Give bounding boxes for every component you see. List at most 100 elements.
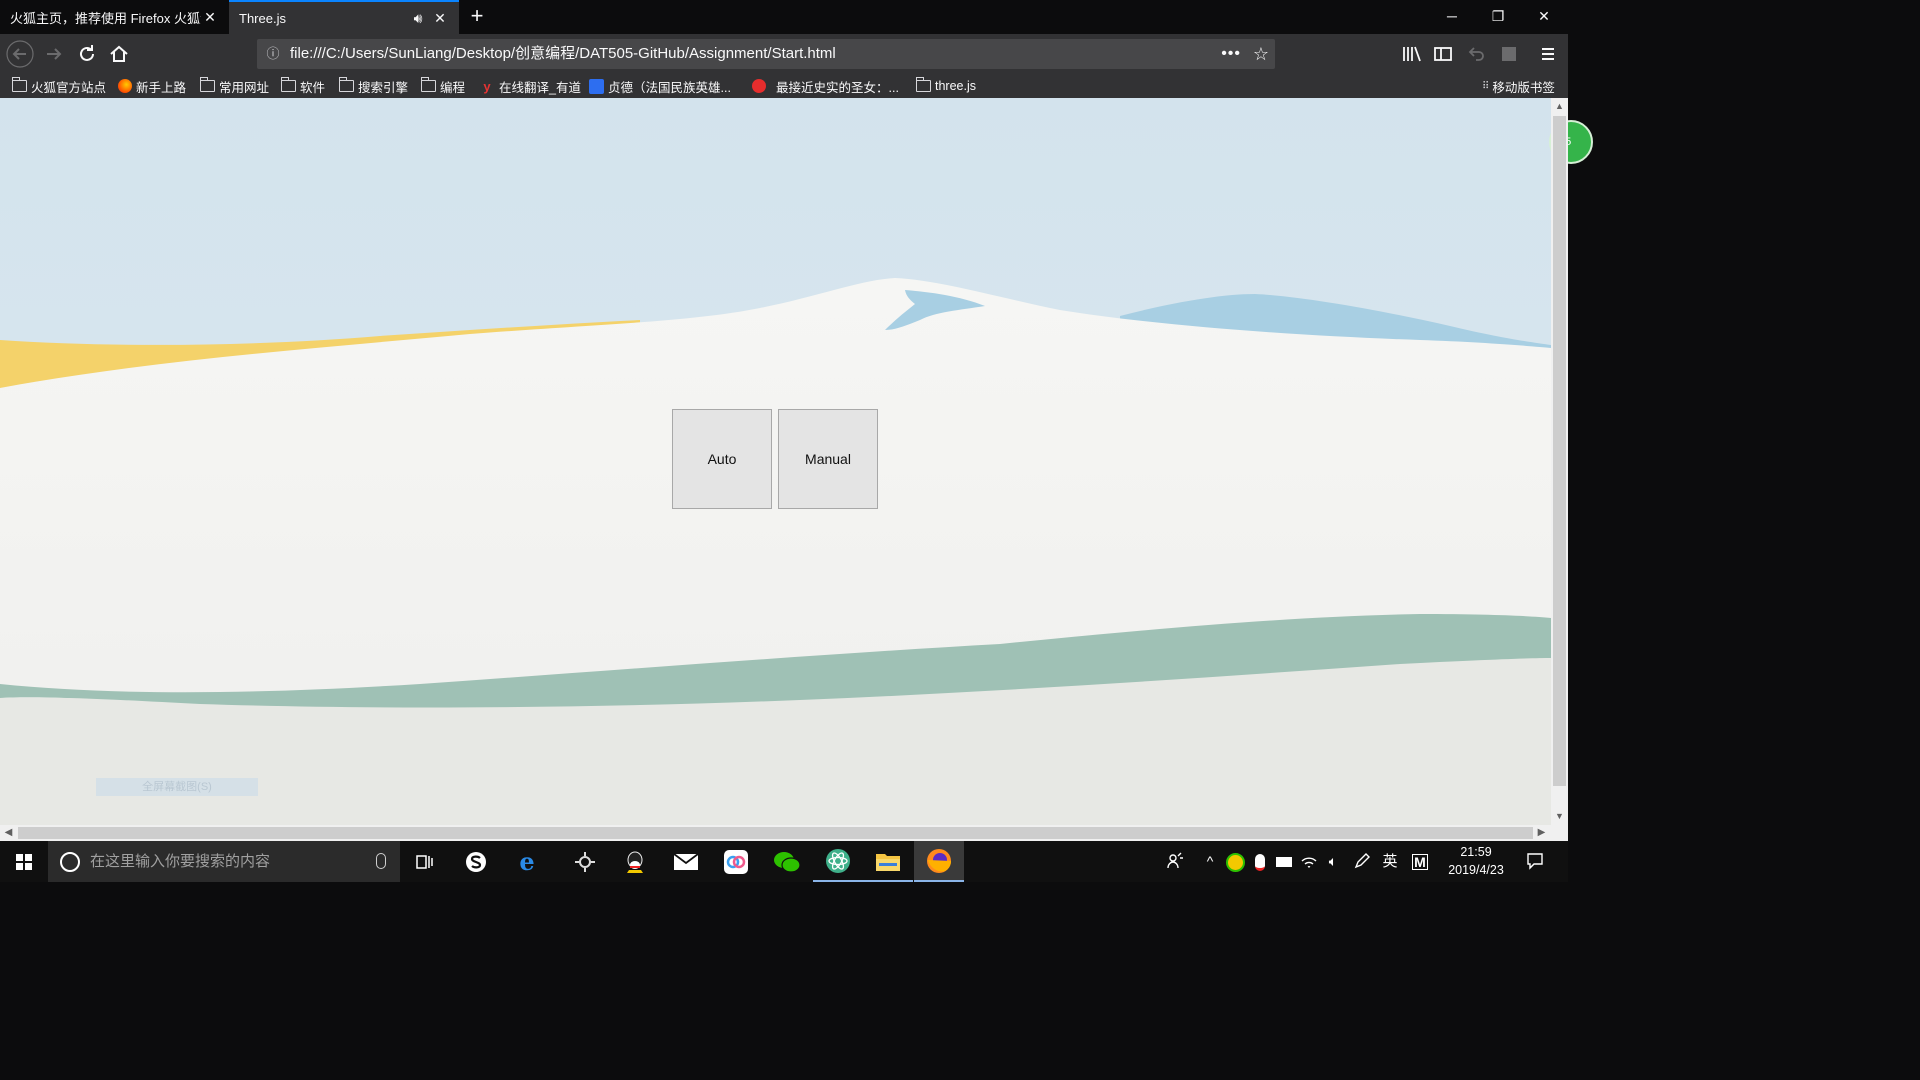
bookmark-label: 在线翻译_有道 <box>499 80 581 95</box>
clock[interactable]: 21:59 2019/4/23 <box>1438 843 1514 879</box>
folder-icon <box>200 77 215 92</box>
bookmark-item[interactable]: 编程 <box>421 76 465 96</box>
bookmark-star-icon[interactable]: ☆ <box>1253 39 1269 69</box>
notification-center-icon[interactable] <box>1520 841 1550 882</box>
windows-logo-icon <box>16 854 32 870</box>
folder-icon <box>421 77 436 92</box>
bookmark-item[interactable]: 最接近史实的圣女：... <box>752 76 899 96</box>
weibo-icon <box>752 79 766 93</box>
mail-app-icon[interactable] <box>661 841 711 882</box>
horizontal-scrollbar[interactable]: ◀ ▶ <box>0 825 1568 841</box>
bookmark-item[interactable]: 常用网址 <box>200 76 269 96</box>
tab-firefox-home[interactable]: 火狐主页，推荐使用 Firefox 火狐浏览器 ✕ <box>0 0 229 34</box>
forward-arrow-icon[interactable] <box>40 40 68 68</box>
sogou-app-icon[interactable] <box>451 841 501 882</box>
task-view-icon[interactable] <box>400 841 450 882</box>
file-explorer-icon[interactable] <box>863 841 913 882</box>
ime-mode-icon[interactable]: M <box>1408 841 1432 882</box>
navigation-toolbar: ⓘ file:///C:/Users/SunLiang/Desktop/创意编程… <box>0 34 1568 74</box>
scroll-left-arrow-icon[interactable]: ◀ <box>0 825 17 841</box>
hamburger-menu-icon[interactable] <box>1534 40 1562 68</box>
minimize-icon[interactable]: ─ <box>1429 0 1475 32</box>
bookmark-label: 软件 <box>300 80 326 95</box>
baidu-icon <box>589 78 604 94</box>
mobile-bookmarks-icon: ⠿ <box>1482 80 1490 92</box>
clock-time: 21:59 <box>1460 845 1492 859</box>
reload-icon[interactable] <box>73 40 101 68</box>
bookmark-label: 火狐官方站点 <box>31 80 107 95</box>
bookmark-label: 新手上路 <box>136 80 187 95</box>
atom-app-icon[interactable] <box>813 841 863 882</box>
bookmark-item[interactable]: 贞德（法国民族英雄... <box>589 76 731 96</box>
microphone-icon[interactable] <box>376 853 386 869</box>
scroll-up-arrow-icon[interactable]: ▲ <box>1551 98 1568 115</box>
scrollbar-thumb[interactable] <box>1553 116 1566 786</box>
library-icon[interactable] <box>1397 40 1425 68</box>
volume-icon[interactable]: 🔈︎ <box>1322 841 1344 882</box>
search-placeholder: 在这里输入你要搜索的内容 <box>90 853 271 870</box>
vertical-scrollbar[interactable]: ▲ ▼ <box>1551 98 1568 825</box>
start-button[interactable] <box>0 841 48 882</box>
sidebar-toggle-icon[interactable] <box>1429 40 1457 68</box>
close-tab-icon[interactable]: ✕ <box>201 9 219 26</box>
auto-button[interactable]: Auto <box>672 409 772 509</box>
background-landscape <box>0 98 1551 825</box>
close-window-icon[interactable]: ✕ <box>1521 0 1567 32</box>
taskbar-search-box[interactable]: 在这里输入你要搜索的内容 <box>48 841 400 882</box>
tray-app-green-icon[interactable] <box>1224 841 1246 882</box>
folder-icon <box>281 77 296 92</box>
url-text[interactable]: file:///C:/Users/SunLiang/Desktop/创意编程/D… <box>290 39 836 69</box>
undo-icon[interactable] <box>1462 40 1490 68</box>
manual-button[interactable]: Manual <box>778 409 878 509</box>
scroll-right-arrow-icon[interactable]: ▶ <box>1533 825 1550 841</box>
internet-explorer-icon[interactable]: e <box>502 841 552 882</box>
firefox-icon <box>118 79 132 93</box>
qq-app-icon[interactable] <box>610 841 660 882</box>
baidu-netdisk-icon[interactable] <box>711 841 761 882</box>
tab-strip: 火狐主页，推荐使用 Firefox 火狐浏览器 ✕ Three.js 🔊︎ ✕ … <box>0 0 1568 34</box>
folder-icon <box>339 77 354 92</box>
input-language-indicator[interactable]: 英 <box>1378 841 1402 882</box>
new-tab-plus-icon[interactable]: + <box>465 4 489 28</box>
bookmarks-toolbar: 火狐官方站点 新手上路 常用网址 软件 搜索引擎 编程 y 在线翻译_有道 贞德… <box>0 74 1568 98</box>
scrollbar-thumb[interactable] <box>18 827 1533 839</box>
restore-icon[interactable]: ❐ <box>1475 0 1521 32</box>
show-hidden-icons-chevron[interactable]: ^ <box>1199 841 1221 882</box>
scroll-down-arrow-icon[interactable]: ▼ <box>1551 808 1568 825</box>
firefox-taskbar-icon[interactable] <box>914 841 964 882</box>
bookmark-item[interactable]: 新手上路 <box>118 76 186 96</box>
mobile-bookmarks[interactable]: ⠿ 移动版书签 <box>1482 76 1555 96</box>
folder-icon <box>916 77 931 92</box>
tab-threejs[interactable]: Three.js 🔊︎ ✕ <box>229 0 459 34</box>
bookmark-item[interactable]: 软件 <box>281 76 325 96</box>
page-actions-more-icon[interactable]: ••• <box>1221 39 1241 69</box>
bookmark-item[interactable]: y 在线翻译_有道 <box>479 76 581 96</box>
url-bar[interactable]: ⓘ file:///C:/Users/SunLiang/Desktop/创意编程… <box>257 39 1275 69</box>
tab-title: 火狐主页，推荐使用 Firefox 火狐浏览器 <box>10 10 201 26</box>
fullscreen-screenshot-hint: 全屏幕截图(S) <box>96 778 258 796</box>
back-arrow-icon[interactable] <box>6 40 34 68</box>
wechat-icon[interactable] <box>762 841 812 882</box>
pen-workspace-icon[interactable] <box>1350 841 1374 882</box>
close-tab-icon[interactable]: ✕ <box>431 10 449 27</box>
bookmark-label: 贞德（法国民族英雄... <box>608 80 731 95</box>
site-info-icon[interactable]: ⓘ <box>263 44 283 64</box>
people-icon[interactable] <box>1162 841 1188 882</box>
bookmark-item[interactable]: 火狐官方站点 <box>12 76 106 96</box>
speaker-icon[interactable]: 🔊︎ <box>409 10 427 27</box>
extension-icon[interactable] <box>1495 40 1523 68</box>
battery-icon[interactable] <box>1273 841 1295 882</box>
wifi-icon[interactable] <box>1298 841 1320 882</box>
bookmark-item[interactable]: 搜索引擎 <box>339 76 408 96</box>
mobile-bookmarks-label: 移动版书签 <box>1492 80 1555 95</box>
page-canvas[interactable]: Auto Manual 全屏幕截图(S) <box>0 98 1551 825</box>
tray-qq-icon[interactable] <box>1249 841 1271 882</box>
bookmark-label: 常用网址 <box>219 80 270 95</box>
folder-icon <box>12 77 27 92</box>
home-icon[interactable] <box>105 40 133 68</box>
clock-date: 2019/4/23 <box>1448 863 1504 877</box>
cortana-icon <box>60 852 80 872</box>
bookmark-label: 搜索引擎 <box>358 80 409 95</box>
bookmark-item[interactable]: three.js <box>916 76 976 96</box>
settings-app-icon[interactable] <box>560 841 610 882</box>
